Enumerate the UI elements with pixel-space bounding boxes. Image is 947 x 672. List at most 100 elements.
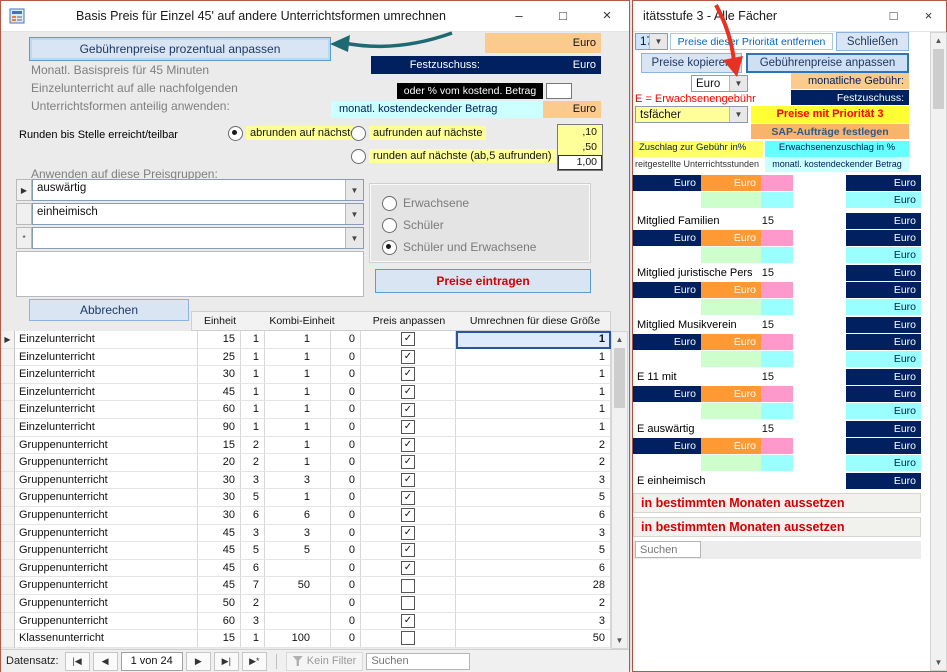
- cell-kombi[interactable]: [265, 595, 331, 613]
- copy-prices-button[interactable]: Preise kopieren: [641, 53, 742, 73]
- cell-unterrichtsform[interactable]: Gruppenunterricht: [15, 489, 198, 507]
- cell-teil[interactable]: 1: [241, 384, 265, 402]
- cell-einheit[interactable]: 25: [198, 349, 241, 367]
- cell-einheit[interactable]: 45: [198, 577, 241, 595]
- cell-einheit[interactable]: 45: [198, 384, 241, 402]
- cell-einheit[interactable]: 15: [198, 437, 241, 455]
- close-form-button[interactable]: Schließen: [836, 32, 909, 51]
- cell-teil[interactable]: 6: [241, 560, 265, 578]
- fee-right-field[interactable]: Euro: [846, 317, 921, 333]
- cell-teil[interactable]: 5: [241, 542, 265, 560]
- row-marker[interactable]: [16, 203, 32, 225]
- row-selector[interactable]: [1, 454, 15, 472]
- rounding-option-aufrunden[interactable]: aufrunden auf nächste: [351, 125, 486, 141]
- cell-groesse[interactable]: 1: [456, 366, 611, 384]
- cell-null[interactable]: 0: [331, 560, 361, 578]
- fee-right-field[interactable]: Euro: [846, 334, 921, 350]
- cell-groesse[interactable]: 3: [456, 525, 611, 543]
- fee-right-cyan-field[interactable]: Euro: [846, 455, 921, 471]
- chevron-down-icon[interactable]: ▼: [345, 228, 363, 248]
- cost-euro-field[interactable]: Euro: [543, 101, 601, 118]
- chevron-down-icon[interactable]: ▼: [729, 107, 747, 122]
- cell-unterrichtsform[interactable]: Gruppenunterricht: [15, 472, 198, 490]
- cell-kombi[interactable]: 3: [265, 472, 331, 490]
- cell-kombi[interactable]: 1: [265, 489, 331, 507]
- fee-pink-field[interactable]: [761, 438, 793, 454]
- scrollbar-thumb[interactable]: [933, 49, 944, 109]
- checkbox-checked-icon[interactable]: ✓: [401, 332, 415, 346]
- cell-kombi[interactable]: 1: [265, 437, 331, 455]
- cell-kombi[interactable]: 1: [265, 454, 331, 472]
- cell-unterrichtsform[interactable]: Einzelunterricht: [15, 401, 198, 419]
- cell-unterrichtsform[interactable]: Einzelunterricht: [15, 384, 198, 402]
- fee-green-field[interactable]: [701, 192, 761, 208]
- cell-einheit[interactable]: 30: [198, 507, 241, 525]
- cell-null[interactable]: 0: [331, 454, 361, 472]
- fee-right-field[interactable]: Euro: [846, 473, 921, 489]
- cell-null[interactable]: 0: [331, 401, 361, 419]
- fee-orange-field[interactable]: Euro: [701, 334, 761, 350]
- member-einheit[interactable]: 15: [746, 421, 774, 437]
- cell-unterrichtsform[interactable]: Gruppenunterricht: [15, 507, 198, 525]
- fee-cyan-field[interactable]: [761, 247, 793, 263]
- member-einheit[interactable]: 15: [746, 265, 774, 281]
- enter-prices-button[interactable]: Preise eintragen: [375, 269, 591, 293]
- row-selector[interactable]: [1, 366, 15, 384]
- filter-button[interactable]: Kein Filter: [286, 652, 364, 671]
- cell-null[interactable]: 0: [331, 437, 361, 455]
- cell-unterrichtsform[interactable]: Einzelunterricht: [15, 419, 198, 437]
- maximize-button[interactable]: □: [541, 1, 585, 31]
- chevron-down-icon[interactable]: ▼: [345, 180, 363, 200]
- cell-unterrichtsform[interactable]: Gruppenunterricht: [15, 542, 198, 560]
- cell-unterrichtsform[interactable]: Gruppenunterricht: [15, 525, 198, 543]
- checkbox-checked-icon[interactable]: ✓: [401, 491, 415, 505]
- row-marker[interactable]: *: [16, 227, 32, 249]
- cell-teil[interactable]: 5: [241, 489, 265, 507]
- row-selector[interactable]: [1, 542, 15, 560]
- row-selector[interactable]: [1, 489, 15, 507]
- cell-null[interactable]: 0: [331, 489, 361, 507]
- cell-teil[interactable]: 3: [241, 525, 265, 543]
- row-selector[interactable]: [1, 630, 15, 648]
- fee-orange-field[interactable]: Euro: [701, 438, 761, 454]
- audience-option[interactable]: Schüler: [382, 214, 590, 236]
- new-record-button[interactable]: ▶*: [242, 652, 267, 671]
- cell-teil[interactable]: 1: [241, 419, 265, 437]
- checkbox-unchecked-icon[interactable]: [401, 596, 415, 610]
- fee-right-field[interactable]: Euro: [846, 438, 921, 454]
- first-record-button[interactable]: |◀: [65, 652, 90, 671]
- scroll-up-icon[interactable]: ▲: [931, 33, 946, 48]
- cell-einheit[interactable]: 50: [198, 595, 241, 613]
- row-selector[interactable]: [1, 595, 15, 613]
- group-combo[interactable]: ▼: [32, 227, 364, 249]
- row-selector[interactable]: [1, 472, 15, 490]
- fee-right-field[interactable]: Euro: [846, 282, 921, 298]
- checkbox-checked-icon[interactable]: ✓: [401, 438, 415, 452]
- fee-pink-field[interactable]: [761, 334, 793, 350]
- cell-teil[interactable]: 1: [241, 401, 265, 419]
- row-marker[interactable]: ▶: [16, 179, 32, 201]
- row-selector[interactable]: [1, 507, 15, 525]
- vertical-scrollbar[interactable]: ▲ ▼: [930, 32, 947, 671]
- currency-combo[interactable]: Euro ▼: [691, 75, 748, 92]
- member-einheit[interactable]: 15: [746, 317, 774, 333]
- cell-groesse[interactable]: 5: [456, 489, 611, 507]
- record-search-input[interactable]: [366, 653, 470, 670]
- cell-unterrichtsform[interactable]: Gruppenunterricht: [15, 560, 198, 578]
- group-combo[interactable]: einheimisch▼: [32, 203, 364, 225]
- row-selector[interactable]: [1, 349, 15, 367]
- cell-kombi[interactable]: 5: [265, 542, 331, 560]
- row-selector[interactable]: [1, 401, 15, 419]
- next-record-button[interactable]: ▶: [186, 652, 211, 671]
- group-combo[interactable]: auswärtig▼: [32, 179, 364, 201]
- checkbox-checked-icon[interactable]: ✓: [401, 420, 415, 434]
- fee-base-field[interactable]: Euro: [633, 175, 701, 191]
- cell-unterrichtsform[interactable]: Klassenunterricht: [15, 630, 198, 648]
- cell-null[interactable]: 0: [331, 331, 361, 349]
- cell-unterrichtsform[interactable]: Gruppenunterricht: [15, 613, 198, 631]
- cell-einheit[interactable]: 15: [198, 331, 241, 349]
- fee-cyan-field[interactable]: [761, 455, 793, 471]
- fee-right-field[interactable]: Euro: [846, 213, 921, 229]
- maximize-button[interactable]: □: [876, 1, 911, 31]
- checkbox-checked-icon[interactable]: ✓: [401, 508, 415, 522]
